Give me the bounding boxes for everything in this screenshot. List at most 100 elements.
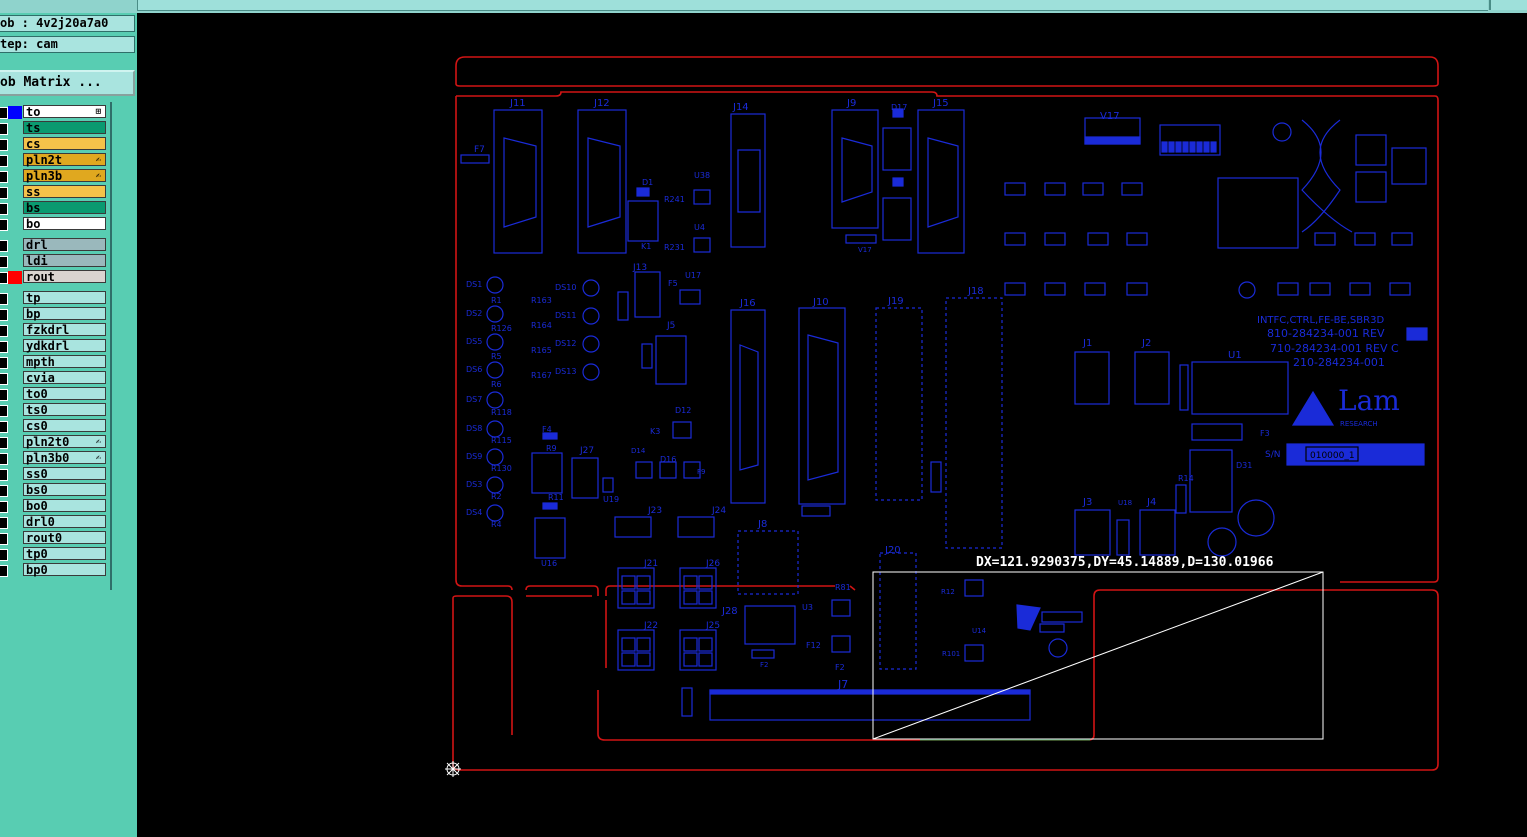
layer-checkbox[interactable]	[0, 325, 8, 337]
layer-checkbox[interactable]	[0, 485, 8, 497]
part-number-text: 210-284234-001	[1293, 356, 1385, 369]
layer-row-drl0[interactable]: drl0	[0, 515, 108, 529]
layer-checkbox[interactable]	[0, 256, 8, 268]
layer-row-ts[interactable]: ts	[0, 121, 108, 135]
layer-checkbox[interactable]	[0, 155, 8, 167]
ic-package	[1389, 282, 1411, 296]
layer-name[interactable]: ts0	[23, 403, 106, 417]
layer-row-ss[interactable]: ss	[0, 185, 108, 199]
layer-checkbox[interactable]	[0, 272, 8, 284]
pcb-board-view[interactable]: J11 J12 J14 J9 J15 V17 DS1 DS2 DS5 DS6 DS7 DS8 DS9 DS…	[137, 13, 1527, 837]
layer-name[interactable]: to0	[23, 387, 106, 401]
layer-name[interactable]: pln3b ✍	[23, 169, 106, 183]
layer-checkbox[interactable]	[0, 453, 8, 465]
layer-row-cvia[interactable]: cvia	[0, 371, 108, 385]
layer-row-bs[interactable]: bs	[0, 201, 108, 215]
layer-row-to[interactable]: to ⊞	[0, 105, 108, 119]
layer-row-cs0[interactable]: cs0	[0, 419, 108, 433]
part-label: R2	[491, 492, 502, 501]
layer-name[interactable]: tp	[23, 291, 106, 305]
layer-checkbox[interactable]	[0, 107, 8, 119]
layer-row-bo0[interactable]: bo0	[0, 499, 108, 513]
layer-row-bo[interactable]: bo	[0, 217, 108, 231]
layer-name[interactable]: bp0	[23, 563, 106, 577]
layer-checkbox[interactable]	[0, 421, 8, 433]
layer-name[interactable]: rout	[23, 270, 106, 284]
layer-checkbox[interactable]	[0, 373, 8, 385]
layer-row-ydkdrl[interactable]: ydkdrl	[0, 339, 108, 353]
layer-name[interactable]: fzkdrl	[23, 323, 106, 337]
layer-row-ss0[interactable]: ss0	[0, 467, 108, 481]
layer-name[interactable]: tp0	[23, 547, 106, 561]
layer-row-ldi[interactable]: ldi	[0, 254, 108, 268]
layer-name[interactable]: ss0	[23, 467, 106, 481]
layer-checkbox[interactable]	[0, 293, 8, 305]
layer-checkbox[interactable]	[0, 549, 8, 561]
layer-row-ts0[interactable]: ts0	[0, 403, 108, 417]
layer-row-cs[interactable]: cs	[0, 137, 108, 151]
layer-row-rout0[interactable]: rout0	[0, 531, 108, 545]
layer-name[interactable]: ss	[23, 185, 106, 199]
layer-row-drl[interactable]: drl	[0, 238, 108, 252]
measure-box	[872, 571, 1324, 740]
layer-checkbox[interactable]	[0, 469, 8, 481]
layer-row-rout[interactable]: rout	[0, 270, 108, 284]
layer-checkbox[interactable]	[0, 219, 8, 231]
layer-row-mpth[interactable]: mpth	[0, 355, 108, 369]
layer-name[interactable]: drl0	[23, 515, 106, 529]
layer-name[interactable]: pln2t ✍	[23, 153, 106, 167]
layer-name[interactable]: bs	[23, 201, 106, 215]
layer-name[interactable]: cs0	[23, 419, 106, 433]
layer-checkbox[interactable]	[0, 565, 8, 577]
layer-name[interactable]: mpth	[23, 355, 106, 369]
layer-row-bp[interactable]: bp	[0, 307, 108, 321]
part-label: V17	[858, 246, 872, 254]
layer-row-tp[interactable]: tp	[0, 291, 108, 305]
layer-name[interactable]: pln3b0 ✍	[23, 451, 106, 465]
layer-name[interactable]: bo0	[23, 499, 106, 513]
layer-checkbox[interactable]	[0, 203, 8, 215]
layer-name[interactable]: bo	[23, 217, 106, 231]
layer-row-bp0[interactable]: bp0	[0, 563, 108, 577]
layer-color-swatch[interactable]	[8, 271, 22, 284]
connector-inner	[739, 344, 759, 471]
pin	[636, 652, 651, 667]
layer-name[interactable]: bs0	[23, 483, 106, 497]
layer-checkbox[interactable]	[0, 309, 8, 321]
layer-checkbox[interactable]	[0, 501, 8, 513]
layer-checkbox[interactable]	[0, 187, 8, 199]
layer-name[interactable]: pln2t0 ✍	[23, 435, 106, 449]
layer-name[interactable]: ydkdrl	[23, 339, 106, 353]
layer-checkbox[interactable]	[0, 171, 8, 183]
graphics-canvas[interactable]: J11 J12 J14 J9 J15 V17 DS1 DS2 DS5 DS6 DS7 DS8 DS9 DS…	[137, 13, 1527, 837]
layer-name[interactable]: cs	[23, 137, 106, 151]
layer-checkbox[interactable]	[0, 533, 8, 545]
layer-row-pln2t0[interactable]: pln2t0 ✍	[0, 435, 108, 449]
layer-checkbox[interactable]	[0, 139, 8, 151]
layer-checkbox[interactable]	[0, 240, 8, 252]
layer-name[interactable]: cvia	[23, 371, 106, 385]
layer-row-tp0[interactable]: tp0	[0, 547, 108, 561]
layer-checkbox[interactable]	[0, 123, 8, 135]
layer-name[interactable]: bp	[23, 307, 106, 321]
layer-checkbox[interactable]	[0, 341, 8, 353]
title-button[interactable]	[1489, 0, 1527, 10]
layer-checkbox[interactable]	[0, 357, 8, 369]
layer-row-to0[interactable]: to0	[0, 387, 108, 401]
layer-name[interactable]: drl	[23, 238, 106, 252]
layer-row-pln3b[interactable]: pln3b ✍	[0, 169, 108, 183]
layer-row-fzkdrl[interactable]: fzkdrl	[0, 323, 108, 337]
job-matrix-button[interactable]: ob Matrix ...	[0, 70, 135, 96]
layer-row-bs0[interactable]: bs0	[0, 483, 108, 497]
layer-row-pln3b0[interactable]: pln3b0 ✍	[0, 451, 108, 465]
layer-color-swatch[interactable]	[8, 106, 22, 119]
layer-checkbox[interactable]	[0, 389, 8, 401]
layer-checkbox[interactable]	[0, 437, 8, 449]
layer-row-pln2t[interactable]: pln2t ✍	[0, 153, 108, 167]
layer-name[interactable]: to ⊞	[23, 105, 106, 119]
layer-checkbox[interactable]	[0, 517, 8, 529]
layer-name[interactable]: ts	[23, 121, 106, 135]
layer-name[interactable]: rout0	[23, 531, 106, 545]
layer-name[interactable]: ldi	[23, 254, 106, 268]
layer-checkbox[interactable]	[0, 405, 8, 417]
